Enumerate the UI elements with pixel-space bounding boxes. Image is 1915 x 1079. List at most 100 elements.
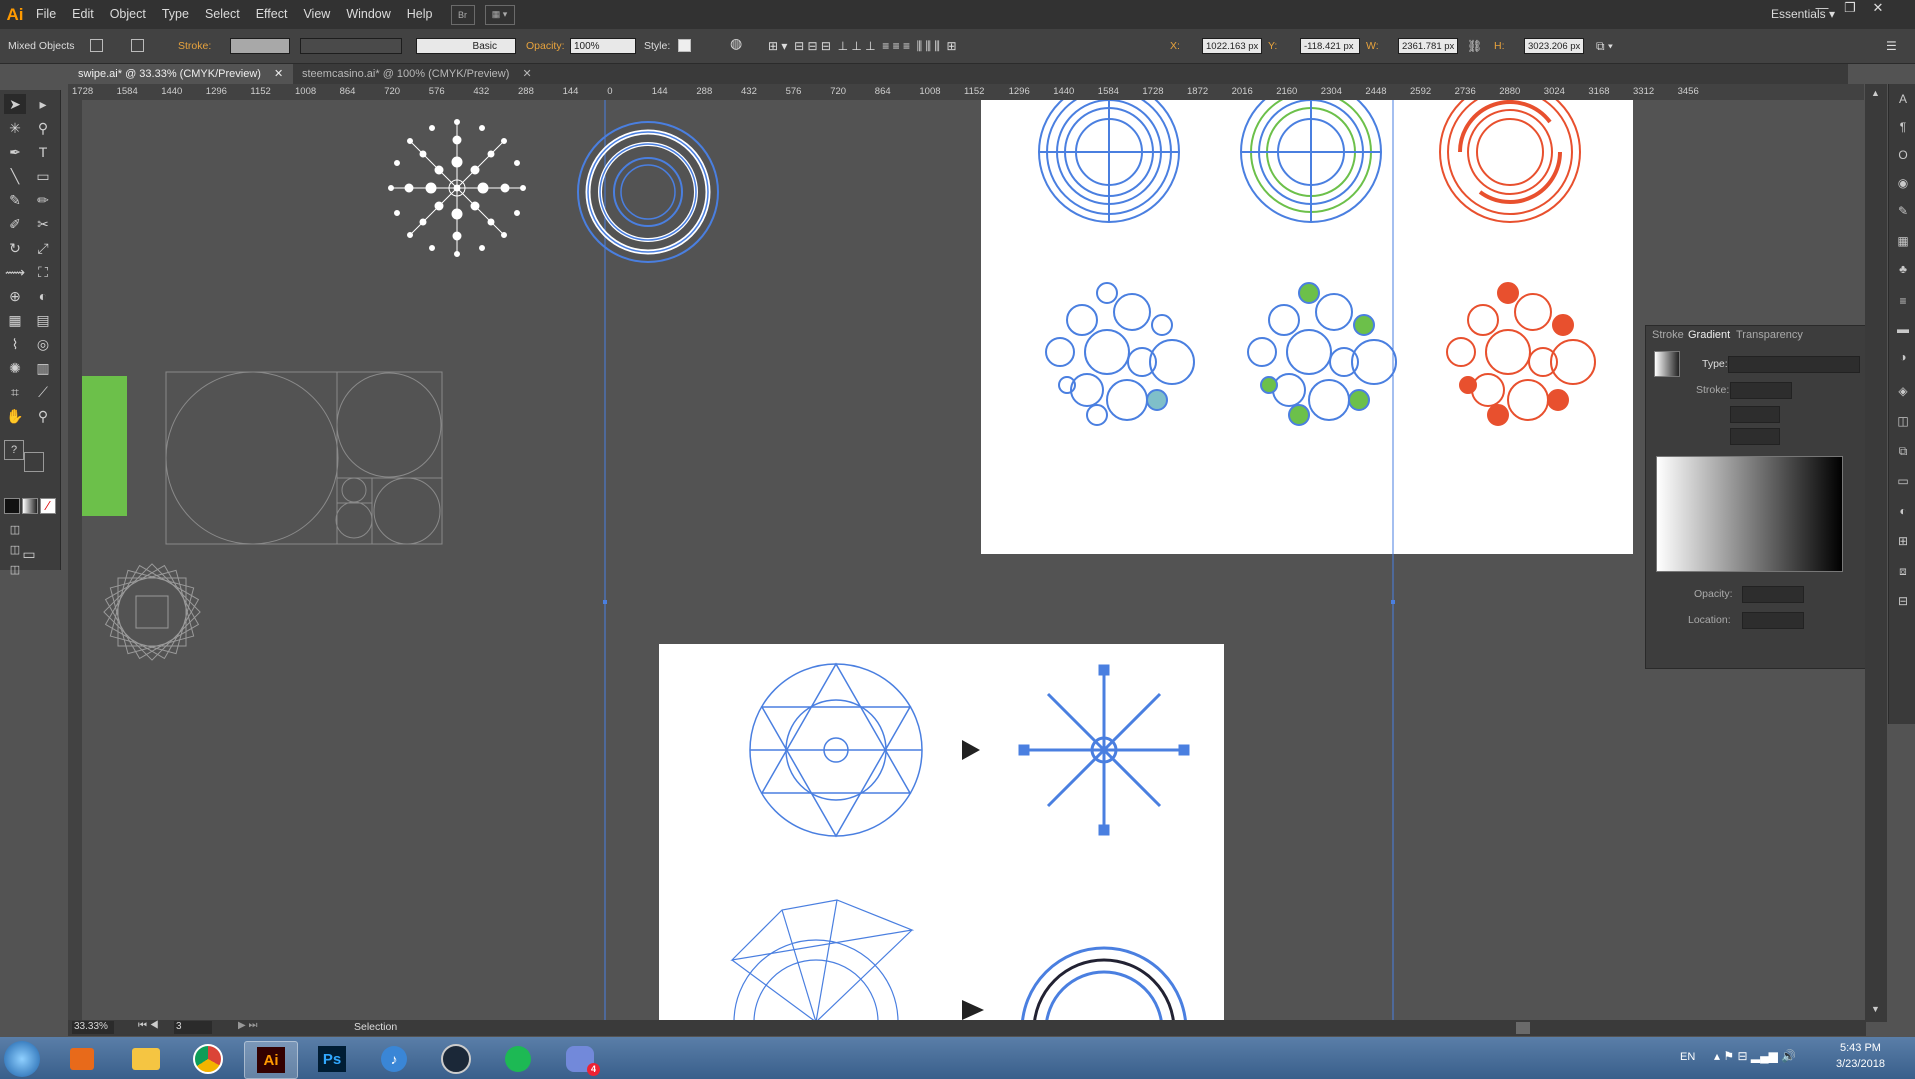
type-tool-icon[interactable]: T xyxy=(32,142,54,162)
fill-color-icon[interactable]: ? xyxy=(4,440,24,460)
zoom-tool-icon[interactable]: ⚲ xyxy=(32,406,54,426)
scissors-tool-icon[interactable]: ✂ xyxy=(32,214,54,234)
slice-tool-icon[interactable]: ⟋ xyxy=(32,382,54,402)
menu-edit[interactable]: Edit xyxy=(64,0,102,29)
prev-artboard-icons[interactable]: ⏮ ◀ xyxy=(138,1020,159,1031)
blend-tool-icon[interactable]: ◎ xyxy=(32,334,54,354)
stroke-gradient-options[interactable] xyxy=(1730,382,1792,399)
system-tray-icons[interactable]: ▴ ⚑ ⊟ ▂▄▆ 🔊 xyxy=(1714,1049,1796,1063)
spotify-icon[interactable] xyxy=(492,1041,544,1077)
menu-view[interactable]: View xyxy=(295,0,338,29)
menu-select[interactable]: Select xyxy=(197,0,248,29)
arrange-documents-button[interactable]: ▦ ▾ xyxy=(484,4,515,25)
tab-stroke[interactable]: Stroke xyxy=(1652,329,1684,341)
aspect-ratio-field[interactable] xyxy=(1730,428,1780,445)
align-panel-icon[interactable]: ⊞ xyxy=(1895,534,1911,548)
layers-panel-icon[interactable]: ◫ xyxy=(1895,414,1911,428)
graphic-style-icon[interactable] xyxy=(678,39,691,52)
swatches-panel-icon[interactable]: ▦ xyxy=(1895,234,1911,248)
close-tab-icon[interactable]: ✕ xyxy=(522,68,531,80)
next-artboard-icons[interactable]: ▶ ⏭ xyxy=(238,1020,257,1031)
character-panel-icon[interactable]: A xyxy=(1895,92,1911,106)
tab-gradient[interactable]: Gradient xyxy=(1688,329,1730,341)
clock-date[interactable]: 3/23/2018 xyxy=(1836,1058,1885,1070)
rotate-tool-icon[interactable]: ↻ xyxy=(4,238,26,258)
tab-swipe[interactable]: swipe.ai* @ 33.33% (CMYK/Preview) ✕ xyxy=(68,64,294,84)
stroke-color-icon[interactable] xyxy=(24,452,44,472)
stroke-weight-field[interactable] xyxy=(230,38,290,54)
screen-mode-icon[interactable]: ▭ xyxy=(18,544,40,564)
color-panel-icon[interactable]: ◐ xyxy=(1895,504,1911,518)
symbols-panel-icon[interactable]: ♣ xyxy=(1895,262,1911,276)
drawing-modes-icon[interactable]: ◫ ◫ ◫ xyxy=(4,520,26,576)
gradient-type-dropdown[interactable] xyxy=(1728,356,1860,373)
gradient-panel-icon[interactable]: ▬ xyxy=(1895,322,1911,336)
illustrator-taskbar-icon[interactable]: Ai xyxy=(244,1041,298,1079)
minimize-button[interactable]: — xyxy=(1808,0,1836,18)
artboard-tool-icon[interactable]: ⌗ xyxy=(4,382,26,402)
tab-steemcasino[interactable]: steemcasino.ai* @ 100% (CMYK/Preview) ✕ xyxy=(292,64,542,84)
menu-type[interactable]: Type xyxy=(154,0,197,29)
brushes-panel-icon[interactable]: ✎ xyxy=(1895,204,1911,218)
asset-export-panel-icon[interactable]: ⧉ xyxy=(1895,444,1911,458)
align-icons[interactable]: ⊞ ▾ ⊟ ⊟ ⊟ ⊥ ⊥ ⊥ ≡ ≡ ≡ ⫼ ⫼ ⫼ ⊞ xyxy=(768,38,957,54)
variable-width-profile[interactable] xyxy=(300,38,402,54)
eyedropper-tool-icon[interactable]: ⌇ xyxy=(4,334,26,354)
menu-effect[interactable]: Effect xyxy=(248,0,296,29)
h-field[interactable]: 3023.206 px xyxy=(1524,38,1584,54)
y-field[interactable]: -118.421 px xyxy=(1300,38,1360,54)
location-field[interactable] xyxy=(1742,612,1804,629)
hand-tool-icon[interactable]: ✋ xyxy=(4,406,26,426)
close-window-button[interactable]: ✕ xyxy=(1864,0,1892,18)
shape-builder-tool-icon[interactable]: ⊕ xyxy=(4,286,26,306)
live-paint-tool-icon[interactable]: ◐ xyxy=(32,286,54,306)
restore-button[interactable]: ❐ xyxy=(1836,0,1864,18)
scroll-thumb[interactable] xyxy=(1516,1022,1530,1034)
magic-wand-tool-icon[interactable]: ✳ xyxy=(4,118,26,138)
file-explorer-icon[interactable] xyxy=(120,1041,172,1077)
rectangle-tool-icon[interactable]: ▭ xyxy=(32,166,54,186)
tab-transparency[interactable]: Transparency xyxy=(1736,329,1803,341)
blob-brush-tool-icon[interactable]: ✐ xyxy=(4,214,26,234)
width-tool-icon[interactable]: ⟿ xyxy=(4,262,26,282)
paintbrush-tool-icon[interactable]: ✎ xyxy=(4,190,26,210)
stroke-panel-icon[interactable]: ≡ xyxy=(1895,294,1911,308)
control-menu-icon[interactable]: ☰ xyxy=(1886,38,1897,54)
fill-swatch-icon[interactable] xyxy=(90,39,103,52)
clock-time[interactable]: 5:43 PM xyxy=(1840,1042,1881,1054)
canvas[interactable] xyxy=(82,100,1865,1020)
gradient-tool-icon[interactable]: ▤ xyxy=(32,310,54,330)
vertical-ruler[interactable] xyxy=(68,100,83,1020)
paragraph-panel-icon[interactable]: ¶ xyxy=(1895,120,1911,134)
chrome-icon[interactable] xyxy=(182,1041,234,1077)
horizontal-ruler[interactable]: 1728 1584 1440 1296 1152 1008 864 720 576 432 288 1… xyxy=(68,84,1864,101)
menu-object[interactable]: Object xyxy=(102,0,154,29)
menu-window[interactable]: Window xyxy=(338,0,398,29)
menu-file[interactable]: File xyxy=(28,0,64,29)
opacity-field[interactable]: 100% xyxy=(570,38,636,54)
scroll-up-icon[interactable]: ▲ xyxy=(1871,88,1880,98)
color-mode-icon[interactable] xyxy=(4,498,20,514)
brush-definition[interactable]: Basic xyxy=(416,38,516,54)
constrain-link-icon[interactable]: ⛓ xyxy=(1467,38,1482,54)
steam-icon[interactable] xyxy=(430,1041,482,1077)
zoom-field[interactable]: 33.33% xyxy=(72,1021,114,1034)
scale-tool-icon[interactable]: ⤢ xyxy=(32,238,54,258)
gradient-slider[interactable] xyxy=(1656,456,1843,572)
symbol-sprayer-tool-icon[interactable]: ✺ xyxy=(4,358,26,378)
none-mode-icon[interactable]: ⁄ xyxy=(40,498,56,514)
transform-icon[interactable]: ⧉ ▾ xyxy=(1596,38,1613,54)
scroll-down-icon[interactable]: ▼ xyxy=(1871,1004,1880,1014)
gradient-mode-icon[interactable] xyxy=(22,498,38,514)
pencil-tool-icon[interactable]: ✏ xyxy=(32,190,54,210)
gradient-swatch[interactable] xyxy=(1654,351,1680,377)
horizontal-scrollbar[interactable] xyxy=(496,1020,1866,1036)
mesh-tool-icon[interactable]: ▦ xyxy=(4,310,26,330)
opacity-field[interactable] xyxy=(1742,586,1804,603)
transparency-panel-icon[interactable]: ◑ xyxy=(1895,350,1911,364)
lasso-tool-icon[interactable]: ⚲ xyxy=(32,118,54,138)
bridge-button[interactable]: Br xyxy=(450,4,475,25)
language-indicator[interactable]: EN xyxy=(1680,1051,1695,1063)
stroke-swatch-icon[interactable] xyxy=(131,39,144,52)
menu-help[interactable]: Help xyxy=(399,0,441,29)
